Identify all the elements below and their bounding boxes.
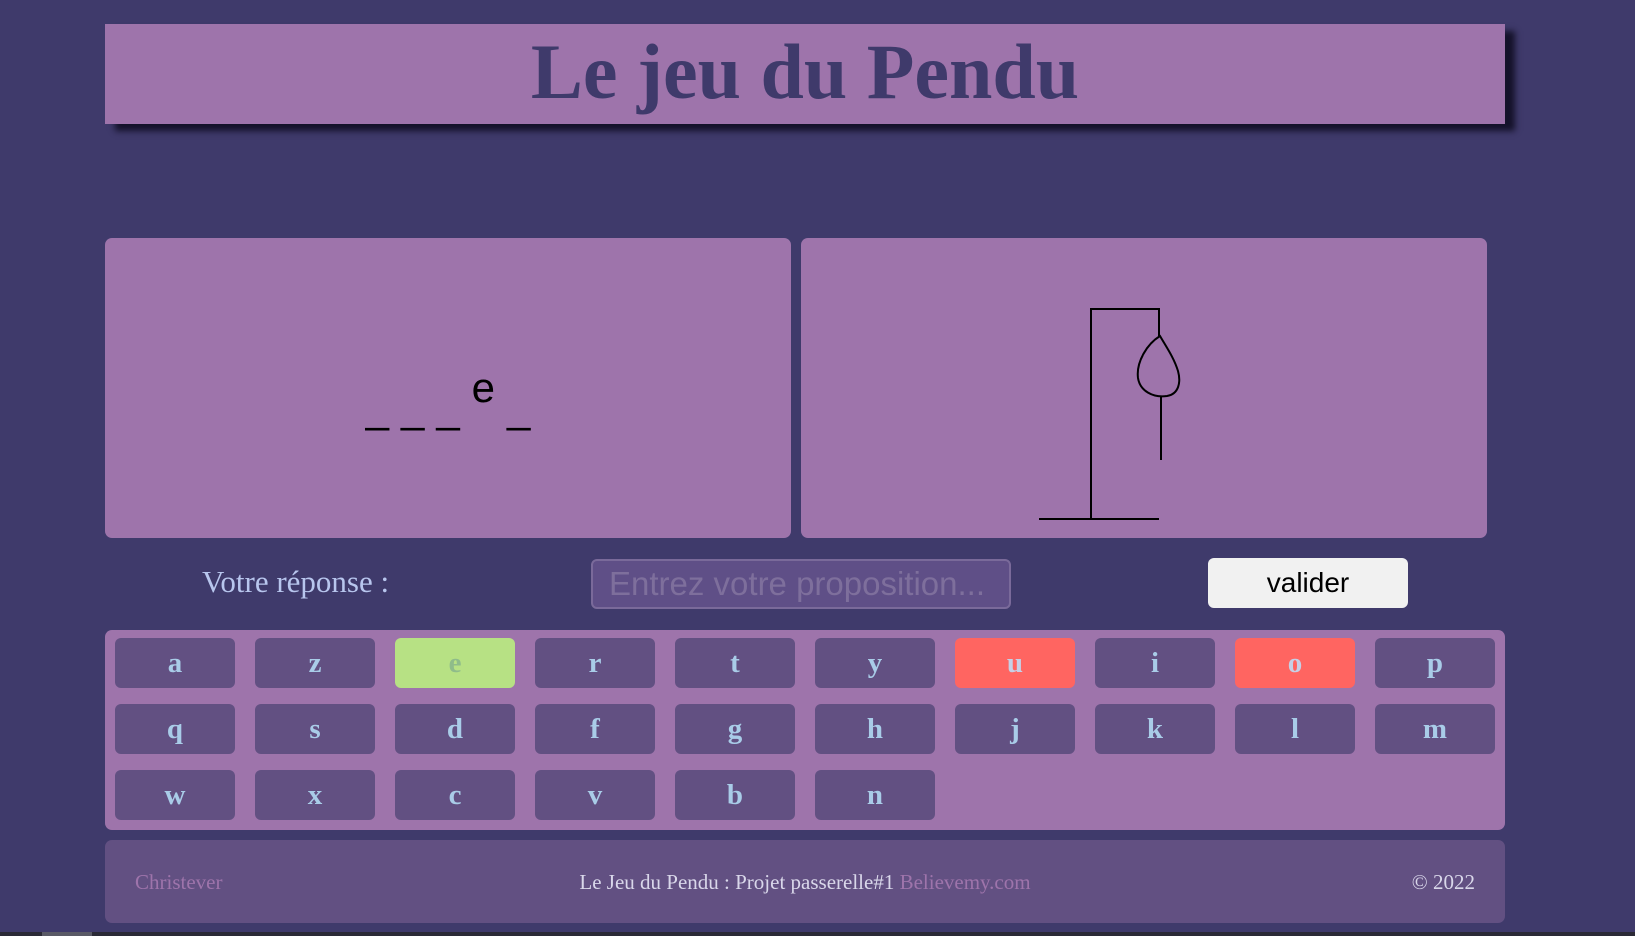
hangman-head [1136,334,1181,398]
key-u[interactable]: u [955,638,1075,688]
key-k[interactable]: k [1095,704,1215,754]
hangman-drawing [1039,308,1181,520]
footer-copyright: © 2022 [1411,870,1475,894]
footer-project-text: Le Jeu du Pendu : Projet passerelle#1 [579,870,900,894]
word-blank: _ [365,384,389,431]
footer-project: Le Jeu du Pendu : Projet passerelle#1 Be… [105,870,1505,895]
word-blank: _ [507,384,531,431]
key-a[interactable]: a [115,638,235,688]
page-title: Le jeu du Pendu [530,28,1080,115]
key-j[interactable]: j [955,704,1075,754]
key-s[interactable]: s [255,704,375,754]
word-blank: _ [436,384,460,431]
page-footer: Christever Le Jeu du Pendu : Projet pass… [105,840,1505,923]
key-v[interactable]: v [535,770,655,820]
word-letter: e [471,364,496,411]
horizontal-scrollbar[interactable] [0,932,1635,936]
word-panel: _ _ _ e _ [105,238,791,538]
key-f[interactable]: f [535,704,655,754]
key-o[interactable]: o [1235,638,1355,688]
key-n[interactable]: n [815,770,935,820]
key-b[interactable]: b [675,770,795,820]
key-q[interactable]: q [115,704,235,754]
key-e[interactable]: e [395,638,515,688]
scrollbar-thumb[interactable] [42,932,92,936]
answer-label: Votre réponse : [202,564,390,599]
word-blank: _ [400,384,425,431]
key-h[interactable]: h [815,704,935,754]
key-i[interactable]: i [1095,638,1215,688]
key-l[interactable]: l [1235,704,1355,754]
key-p[interactable]: p [1375,638,1495,688]
key-t[interactable]: t [675,638,795,688]
hangman-panel [801,238,1487,538]
page-header: Le jeu du Pendu [105,24,1505,124]
key-w[interactable]: w [115,770,235,820]
submit-button[interactable]: valider [1208,558,1408,608]
answer-input[interactable] [591,559,1011,609]
key-d[interactable]: d [395,704,515,754]
hidden-word: _ _ _ e _ [105,238,791,538]
key-m[interactable]: m [1375,704,1495,754]
key-z[interactable]: z [255,638,375,688]
key-x[interactable]: x [255,770,375,820]
key-r[interactable]: r [535,638,655,688]
key-c[interactable]: c [395,770,515,820]
letter-keyboard: azertyuiop qsdfghjklm wxcvbn [105,630,1505,830]
footer-link[interactable]: Believemy.com [900,870,1031,894]
key-y[interactable]: y [815,638,935,688]
key-g[interactable]: g [675,704,795,754]
